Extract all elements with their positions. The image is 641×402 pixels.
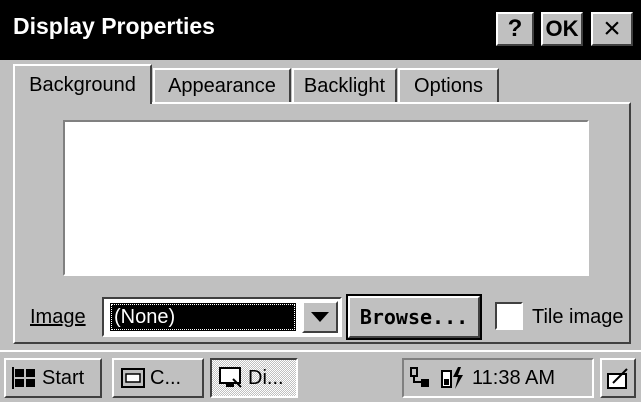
title-bar: Display Properties ? OK × xyxy=(0,0,641,60)
ok-button[interactable]: OK xyxy=(541,12,583,46)
tab-appearance[interactable]: Appearance xyxy=(153,68,291,102)
image-dropdown-value: (None) xyxy=(110,303,296,331)
network-icon[interactable] xyxy=(408,365,434,391)
display-icon xyxy=(219,367,242,388)
input-panel-icon xyxy=(607,368,628,389)
start-button[interactable]: Start xyxy=(4,358,102,398)
taskbar-item-label: C... xyxy=(150,366,182,389)
image-dropdown[interactable]: (None) xyxy=(102,297,342,337)
help-button[interactable]: ? xyxy=(496,12,534,46)
taskbar-item-label: Di... xyxy=(248,366,284,389)
taskbar: Start C... Di... 11:38 AM xyxy=(0,350,641,402)
chevron-down-icon[interactable] xyxy=(302,301,338,333)
start-label: Start xyxy=(42,366,85,389)
window-title: Display Properties xyxy=(13,13,215,39)
tab-options[interactable]: Options xyxy=(398,68,499,102)
tab-strip: Background Appearance Backlight Options xyxy=(11,64,631,104)
control-panel-icon xyxy=(121,368,145,388)
tile-image-checkbox[interactable] xyxy=(495,302,523,330)
background-preview xyxy=(63,120,589,276)
input-panel-button[interactable] xyxy=(600,358,636,398)
system-tray: 11:38 AM xyxy=(402,358,594,398)
image-label: Image xyxy=(30,306,86,329)
taskbar-item-display[interactable]: Di... xyxy=(210,358,298,398)
clock[interactable]: 11:38 AM xyxy=(472,367,555,390)
taskbar-item-control-panel[interactable]: C... xyxy=(112,358,204,398)
windows-flag-icon xyxy=(12,367,35,389)
tab-background[interactable]: Background xyxy=(13,64,152,104)
image-label-text: Image xyxy=(30,306,86,328)
battery-power-icon[interactable] xyxy=(440,365,466,391)
display-properties-screen: Display Properties ? OK × Background App… xyxy=(0,0,641,402)
tab-backlight[interactable]: Backlight xyxy=(292,68,397,102)
tile-image-label[interactable]: Tile image xyxy=(532,306,624,329)
browse-button[interactable]: Browse... xyxy=(346,294,482,340)
close-button[interactable]: × xyxy=(591,12,633,46)
